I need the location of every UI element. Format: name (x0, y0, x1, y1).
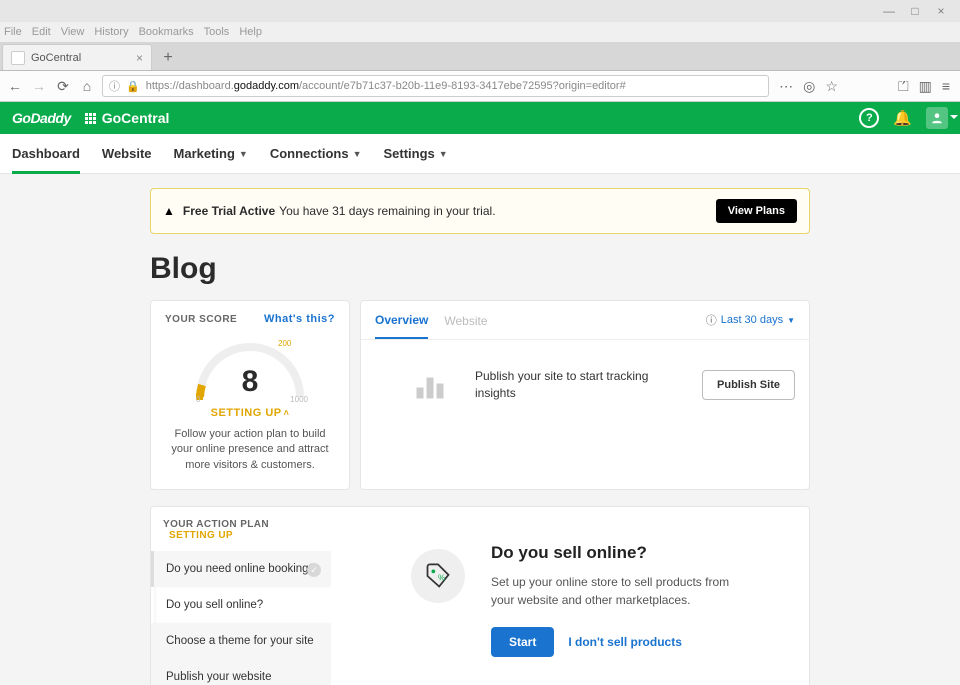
menu-history[interactable]: History (94, 26, 128, 38)
tab-overview[interactable]: Overview (375, 301, 428, 339)
browser-tab[interactable]: GoCentral × (2, 44, 152, 70)
user-icon (930, 111, 944, 125)
page-actions-icon[interactable]: ⋯ (779, 78, 793, 95)
browser-tab-bar: GoCentral × + (0, 42, 960, 70)
tab-website[interactable]: Website (444, 302, 487, 338)
score-help-link[interactable]: What's this? (264, 313, 335, 325)
page-viewport: GoDaddy GoCentral ? 🔔 Dashboard Website … (0, 102, 960, 685)
nav-reload-icon[interactable]: ⟳ (54, 77, 72, 95)
menu-file[interactable]: File (4, 26, 22, 38)
tab-title: GoCentral (31, 52, 81, 64)
site-info-icon[interactable]: ⓘ (109, 78, 120, 94)
nav-forward-icon[interactable]: → (30, 77, 48, 95)
plan-label: YOUR ACTION PLAN (163, 519, 269, 530)
chevron-down-icon: ▼ (239, 149, 248, 159)
help-icon[interactable]: ? (859, 108, 879, 128)
url-path: /account/e7b71c37-b20b-11e9-8193-3417ebe… (299, 80, 626, 92)
godaddy-logo[interactable]: GoDaddy (12, 110, 71, 126)
overview-card: Overview Website ⓘ Last 30 days ▼ Publis… (360, 300, 810, 490)
address-bar[interactable]: ⓘ 🔒 https://dashboard.godaddy.com/accoun… (102, 75, 769, 97)
check-icon: ✓ (307, 563, 321, 577)
date-range-picker[interactable]: ⓘ Last 30 days ▼ (706, 312, 795, 328)
chevron-up-icon: ˄ (284, 408, 290, 418)
banner-text: You have 31 days remaining in your trial… (279, 204, 495, 218)
nav-settings[interactable]: Settings▼ (384, 134, 448, 173)
info-icon: ⓘ (706, 312, 717, 328)
new-tab-button[interactable]: + (156, 46, 180, 70)
plan-detail-title: Do you sell online? (491, 543, 751, 563)
score-description: Follow your action plan to build your on… (165, 427, 335, 473)
notifications-icon[interactable]: 🔔 (893, 109, 912, 127)
lock-icon: 🔒 (126, 80, 140, 93)
nav-connections[interactable]: Connections▼ (270, 134, 362, 173)
reader-icon[interactable]: ◎ (803, 78, 815, 95)
product-switcher[interactable]: GoCentral (85, 110, 170, 126)
sidebar-icon[interactable]: ▥ (919, 78, 932, 95)
plan-detail-text: Set up your online store to sell product… (491, 573, 751, 609)
score-label: YOUR SCORE (165, 314, 237, 325)
library-icon[interactable]: ⏍ (898, 78, 909, 95)
skip-link[interactable]: I don't sell products (568, 635, 682, 649)
score-gauge: 8 0 200 1000 (190, 337, 310, 407)
gauge-tick-min: 0 (196, 395, 200, 404)
plan-status: SETTING UP (169, 530, 233, 541)
plan-step-theme[interactable]: Choose a theme for your site (151, 623, 331, 659)
browser-toolbar: ← → ⟳ ⌂ ⓘ 🔒 https://dashboard.godaddy.co… (0, 70, 960, 102)
score-status[interactable]: SETTING UP˄ (165, 407, 335, 419)
apps-grid-icon (85, 113, 96, 124)
start-button[interactable]: Start (491, 627, 554, 657)
sub-nav: Dashboard Website Marketing▼ Connections… (0, 134, 960, 174)
view-plans-button[interactable]: View Plans (716, 199, 797, 223)
chevron-down-icon: ▼ (439, 149, 448, 159)
score-card: YOUR SCORE What's this? 8 0 200 1000 SET… (150, 300, 350, 490)
warning-icon: ▲ (163, 204, 175, 218)
action-plan-card: YOUR ACTION PLAN SETTING UP Do you need … (150, 506, 810, 685)
favicon-icon (11, 51, 25, 65)
score-value: 8 (190, 365, 310, 399)
app-header: GoDaddy GoCentral ? 🔔 (0, 102, 960, 134)
nav-dashboard[interactable]: Dashboard (12, 134, 80, 173)
nav-home-icon[interactable]: ⌂ (78, 77, 96, 95)
window-close-icon[interactable]: × (928, 4, 954, 18)
nav-marketing[interactable]: Marketing▼ (174, 134, 248, 173)
chevron-down-icon: ▼ (787, 316, 795, 325)
menu-help[interactable]: Help (239, 26, 262, 38)
price-tag-icon: % (411, 549, 465, 603)
menu-view[interactable]: View (61, 26, 85, 38)
os-titlebar: — □ × (0, 0, 960, 22)
overview-message: Publish your site to start tracking insi… (475, 368, 682, 402)
plan-step-booking[interactable]: Do you need online booking? ✓ (151, 551, 331, 587)
gauge-tick-max: 1000 (290, 395, 308, 404)
os-menubar: File Edit View History Bookmarks Tools H… (0, 22, 960, 42)
menu-tools[interactable]: Tools (204, 26, 230, 38)
bookmark-star-icon[interactable]: ☆ (825, 78, 838, 95)
nav-back-icon[interactable]: ← (6, 77, 24, 95)
menu-edit[interactable]: Edit (32, 26, 51, 38)
product-name: GoCentral (102, 110, 170, 126)
publish-site-button[interactable]: Publish Site (702, 370, 795, 400)
window-minimize-icon[interactable]: — (876, 4, 902, 18)
gauge-tick-mid: 200 (278, 339, 291, 348)
account-menu[interactable] (926, 107, 948, 129)
url-domain: godaddy.com (234, 80, 299, 92)
bar-chart-icon (415, 370, 455, 400)
url-prefix: https://dashboard. (146, 80, 234, 92)
action-plan-steps: YOUR ACTION PLAN SETTING UP Do you need … (151, 507, 331, 685)
plan-step-publish[interactable]: Publish your website (151, 659, 331, 685)
chevron-down-icon: ▼ (353, 149, 362, 159)
window-maximize-icon[interactable]: □ (902, 4, 928, 18)
svg-text:%: % (438, 574, 445, 583)
page-title: Blog (150, 252, 810, 286)
plan-step-sell-online[interactable]: Do you sell online? (151, 587, 331, 623)
menu-bookmarks[interactable]: Bookmarks (139, 26, 194, 38)
nav-website[interactable]: Website (102, 134, 152, 173)
action-plan-detail: % Do you sell online? Set up your online… (331, 507, 809, 685)
banner-title: Free Trial Active (183, 204, 275, 218)
app-menu-icon[interactable]: ≡ (942, 78, 950, 94)
tab-close-icon[interactable]: × (136, 51, 143, 65)
trial-banner: ▲ Free Trial Active You have 31 days rem… (150, 188, 810, 234)
